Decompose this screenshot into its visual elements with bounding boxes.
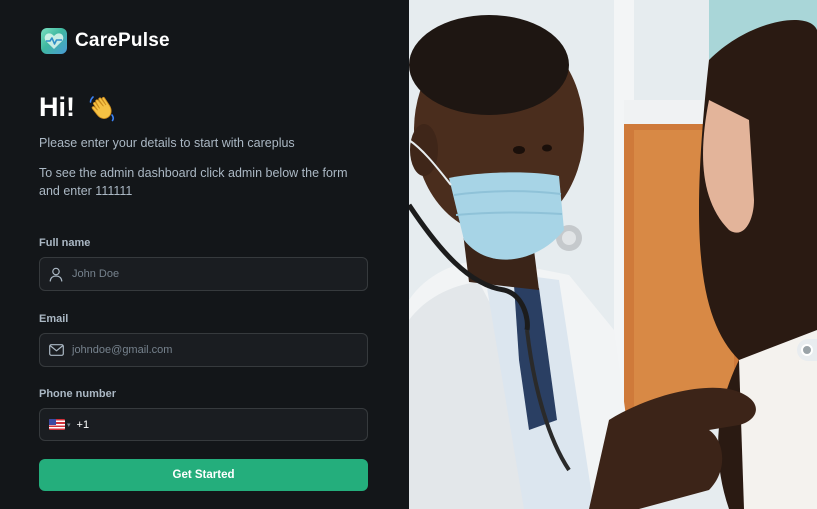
side-scroll-handle[interactable]	[797, 339, 817, 361]
mail-icon	[48, 342, 64, 358]
full-name-field[interactable]: John Doe	[39, 257, 368, 291]
waving-hand-icon	[89, 95, 114, 121]
get-started-button[interactable]: Get Started	[39, 459, 368, 491]
heart-pulse-icon	[41, 28, 67, 54]
full-name-label: Full name	[39, 237, 91, 249]
us-flag-icon[interactable]	[49, 419, 65, 430]
phone-field[interactable]: ▾ +1	[39, 408, 368, 441]
email-field[interactable]: johndoe@gmail.com	[39, 333, 368, 367]
dial-code: +1	[76, 418, 90, 431]
full-name-placeholder: John Doe	[72, 268, 120, 280]
greeting: Hi!	[39, 92, 117, 123]
registration-page: CarePulse Hi! Please enter your details …	[0, 0, 817, 509]
email-placeholder: johndoe@gmail.com	[72, 344, 173, 356]
brand-name: CarePulse	[75, 30, 170, 51]
greeting-title: Hi!	[39, 92, 75, 122]
hero-image	[409, 0, 817, 509]
brand: CarePulse	[41, 28, 170, 54]
email-label: Email	[39, 313, 69, 325]
doctor-patient-photo	[409, 0, 817, 509]
admin-hint: To see the admin dashboard click admin b…	[39, 166, 348, 198]
chevron-down-icon[interactable]: ▾	[67, 421, 71, 429]
subtitle: Please enter your details to start with …	[39, 136, 295, 150]
form-panel: CarePulse Hi! Please enter your details …	[0, 0, 409, 509]
phone-label: Phone number	[39, 388, 117, 400]
user-icon	[48, 266, 64, 282]
